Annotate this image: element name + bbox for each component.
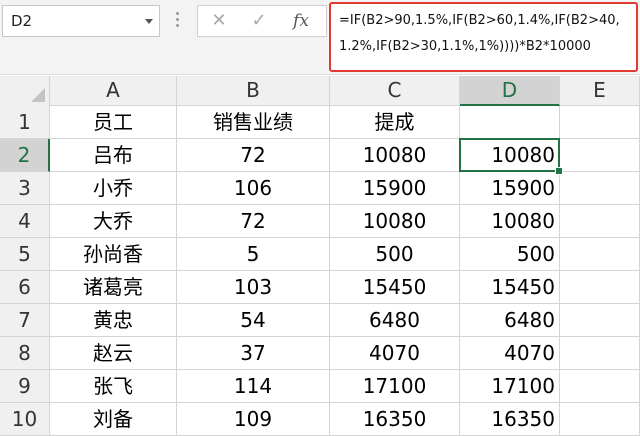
cell-c9[interactable]: 17100	[330, 370, 460, 403]
formula-input[interactable]: =IF(B2>90,1.5%,IF(B2>60,1.4%,IF(B2>40,1.…	[329, 2, 638, 72]
cell-d3[interactable]: 15900	[460, 172, 560, 205]
cell-d1[interactable]	[460, 106, 560, 139]
cell-b4[interactable]: 72	[177, 205, 330, 238]
cell-e5[interactable]	[560, 238, 640, 271]
cell-e1[interactable]	[560, 106, 640, 139]
cell-a6[interactable]: 诸葛亮	[50, 271, 177, 304]
cell-c2[interactable]: 10080	[330, 139, 460, 172]
cell-e3[interactable]	[560, 172, 640, 205]
row-header-8[interactable]: 8	[0, 337, 50, 370]
cell-c1[interactable]: 提成	[330, 106, 460, 139]
row-header-3[interactable]: 3	[0, 172, 50, 205]
cell-b7[interactable]: 54	[177, 304, 330, 337]
cell-d6[interactable]: 15450	[460, 271, 560, 304]
cell-a2[interactable]: 吕布	[50, 139, 177, 172]
cell-b6[interactable]: 103	[177, 271, 330, 304]
cell-b10[interactable]: 109	[177, 403, 330, 436]
cell-d5[interactable]: 500	[460, 238, 560, 271]
insert-function-icon[interactable]: fx	[284, 7, 318, 35]
cell-b5[interactable]: 5	[177, 238, 330, 271]
column-header-a[interactable]: A	[50, 76, 177, 105]
cell-d4[interactable]: 10080	[460, 205, 560, 238]
spreadsheet-grid: ABCDE 1 员工 销售业绩 提成 2 吕布 72 10080 10080 3 小乔 106 1590…	[0, 76, 640, 436]
cell-a10[interactable]: 刘备	[50, 403, 177, 436]
formula-bar-area: D2 ✕ ✓ fx =IF(B2>90,1.5%,IF(B2>60,1.4%,I…	[0, 0, 640, 75]
cell-b1[interactable]: 销售业绩	[177, 106, 330, 139]
cell-c6[interactable]: 15450	[330, 271, 460, 304]
row-header-7[interactable]: 7	[0, 304, 50, 337]
cell-d7[interactable]: 6480	[460, 304, 560, 337]
column-header-row: ABCDE	[0, 76, 640, 106]
cell-a5[interactable]: 孙尚香	[50, 238, 177, 271]
cell-e9[interactable]	[560, 370, 640, 403]
cell-a1[interactable]: 员工	[50, 106, 177, 139]
name-box-value: D2	[11, 12, 33, 30]
select-all-button[interactable]	[0, 76, 50, 106]
select-all-icon	[31, 88, 45, 102]
column-header-e[interactable]: E	[560, 76, 640, 105]
row-header-2[interactable]: 2	[0, 139, 50, 172]
name-box[interactable]: D2	[2, 5, 160, 37]
cell-c4[interactable]: 10080	[330, 205, 460, 238]
cell-a7[interactable]: 黄忠	[50, 304, 177, 337]
column-header-c[interactable]: C	[330, 76, 460, 105]
cell-a4[interactable]: 大乔	[50, 205, 177, 238]
row-header-6[interactable]: 6	[0, 271, 50, 304]
cell-e10[interactable]	[560, 403, 640, 436]
cell-d9[interactable]: 17100	[460, 370, 560, 403]
cell-d10[interactable]: 16350	[460, 403, 560, 436]
cell-a8[interactable]: 赵云	[50, 337, 177, 370]
cell-e6[interactable]	[560, 271, 640, 304]
cell-e8[interactable]	[560, 337, 640, 370]
row-header-10[interactable]: 10	[0, 403, 50, 436]
cell-b3[interactable]: 106	[177, 172, 330, 205]
row-header-1[interactable]: 1	[0, 106, 50, 139]
drag-handle-icon[interactable]	[176, 12, 179, 30]
cancel-icon[interactable]: ✕	[204, 7, 234, 35]
check-icon[interactable]: ✓	[244, 7, 274, 35]
cell-c3[interactable]: 15900	[330, 172, 460, 205]
fill-handle[interactable]	[555, 167, 563, 175]
cell-a9[interactable]: 张飞	[50, 370, 177, 403]
cell-b9[interactable]: 114	[177, 370, 330, 403]
column-header-d[interactable]: D	[460, 76, 560, 106]
cell-b8[interactable]: 37	[177, 337, 330, 370]
row-header-5[interactable]: 5	[0, 238, 50, 271]
cell-a3[interactable]: 小乔	[50, 172, 177, 205]
cell-b2[interactable]: 72	[177, 139, 330, 172]
formula-buttons: ✕ ✓ fx	[197, 5, 327, 37]
cell-d8[interactable]: 4070	[460, 337, 560, 370]
row-header-9[interactable]: 9	[0, 370, 50, 403]
column-header-b[interactable]: B	[177, 76, 330, 105]
cell-e7[interactable]	[560, 304, 640, 337]
row-header-4[interactable]: 4	[0, 205, 50, 238]
cell-c7[interactable]: 6480	[330, 304, 460, 337]
chevron-down-icon[interactable]	[145, 19, 153, 24]
cell-c8[interactable]: 4070	[330, 337, 460, 370]
cell-c10[interactable]: 16350	[330, 403, 460, 436]
cell-e2[interactable]	[560, 139, 640, 172]
cell-d2[interactable]: 10080	[460, 139, 560, 172]
cell-c5[interactable]: 500	[330, 238, 460, 271]
cell-e4[interactable]	[560, 205, 640, 238]
